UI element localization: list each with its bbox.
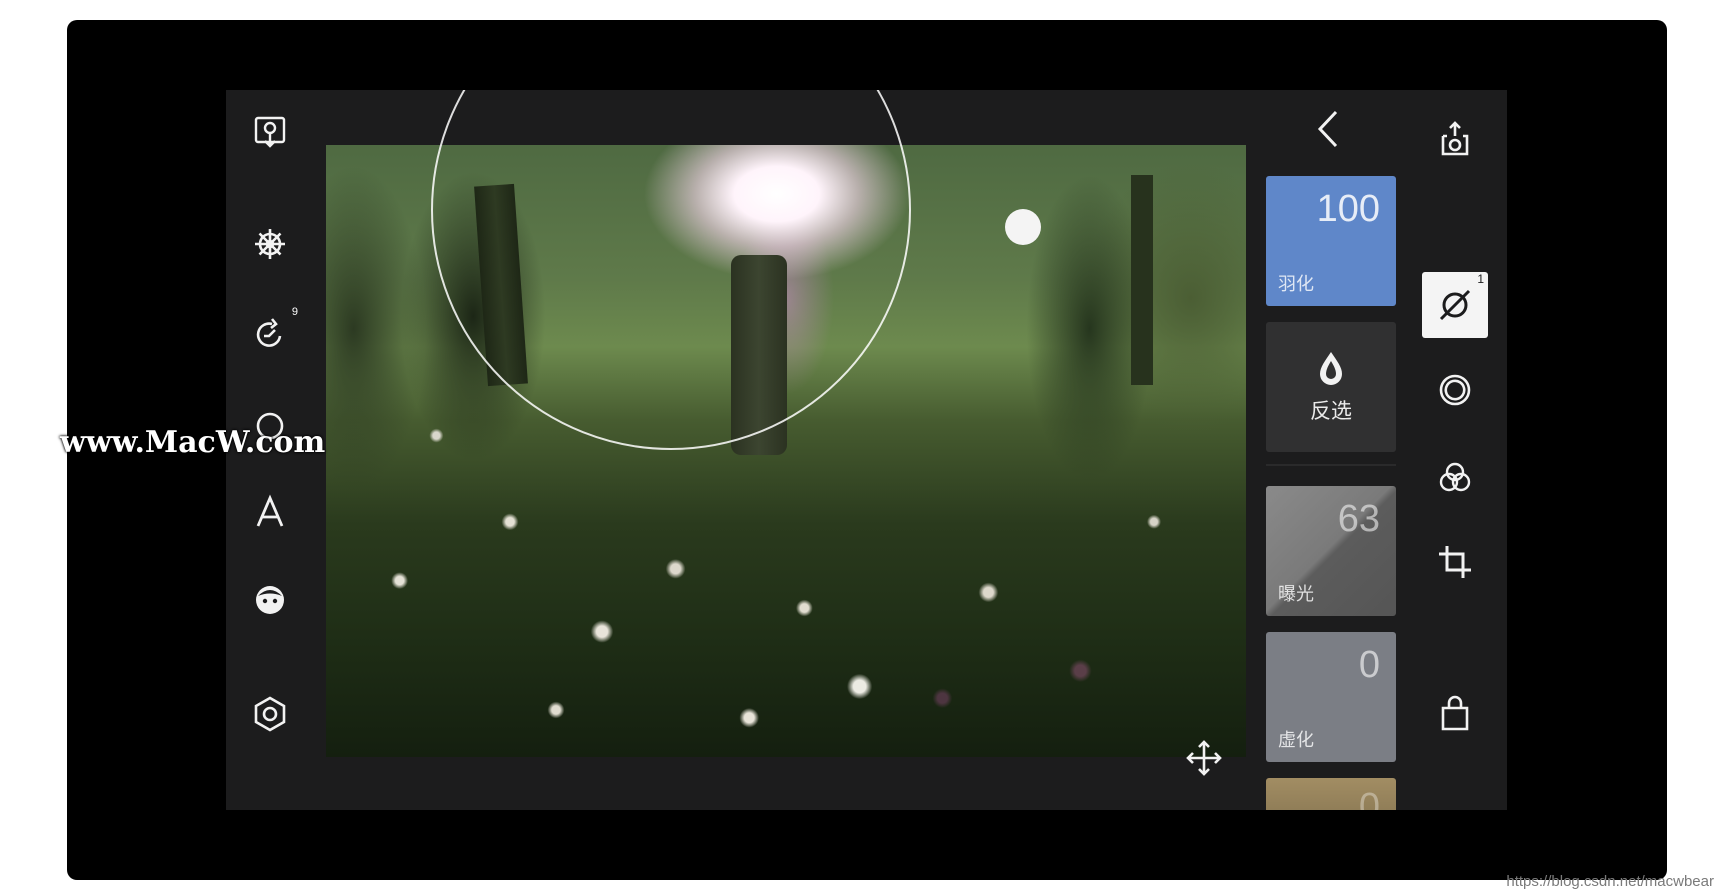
feather-value: 100 [1316, 188, 1380, 230]
source-url: https://blog.csdn.net/macwbear [1506, 873, 1714, 890]
lens-icon[interactable] [1427, 362, 1483, 418]
color-circles-icon[interactable] [1427, 450, 1483, 506]
invert-label: 反选 [1310, 400, 1352, 423]
mask-count-badge: 1 [1477, 272, 1484, 286]
text-icon[interactable] [246, 488, 294, 536]
next-adjust-value: 0 [1358, 786, 1380, 810]
settings-hex-icon[interactable] [246, 690, 294, 738]
panel-divider [1266, 464, 1396, 466]
mask-resize-handle[interactable] [1005, 209, 1041, 245]
shop-bag-icon[interactable] [1427, 686, 1483, 742]
clover-meadow [326, 365, 1246, 757]
back-chevron-icon[interactable] [1312, 108, 1346, 150]
monitor-icon [14, 425, 54, 460]
watermark: www.MacW.com [14, 425, 325, 460]
blur-label: 虚化 [1278, 730, 1314, 750]
move-icon[interactable] [1184, 738, 1224, 778]
drops-icon [1320, 352, 1342, 385]
feather-tile[interactable]: 100 羽化 [1266, 176, 1396, 306]
face-icon[interactable] [246, 576, 294, 624]
feather-label: 羽化 [1278, 274, 1314, 294]
crop-icon[interactable] [1427, 534, 1483, 590]
invert-tile[interactable]: 反选 [1266, 322, 1396, 452]
exposure-tile[interactable]: 63 曝光 [1266, 486, 1396, 616]
history-redo-icon[interactable]: 9 [246, 306, 298, 358]
exposure-label: 曝光 [1278, 584, 1314, 604]
watermark-text: www.MacW.com [60, 425, 326, 460]
exposure-value: 63 [1337, 498, 1380, 540]
photo-editor-app: 9 100 羽化 反选 63 曝光 0 虚化 0 1 [226, 90, 1507, 810]
share-icon[interactable] [1427, 112, 1483, 168]
right-toolbar: 1 [1417, 90, 1497, 810]
next-adjust-tile[interactable]: 0 [1266, 778, 1396, 810]
export-frame-icon[interactable] [246, 108, 294, 156]
mask-slash-icon[interactable]: 1 [1422, 272, 1488, 338]
history-badge: 9 [291, 306, 298, 318]
blur-tile[interactable]: 0 虚化 [1266, 632, 1396, 762]
tree-trunk [1131, 175, 1153, 385]
blur-value: 0 [1358, 644, 1380, 686]
helm-icon[interactable] [246, 220, 294, 268]
